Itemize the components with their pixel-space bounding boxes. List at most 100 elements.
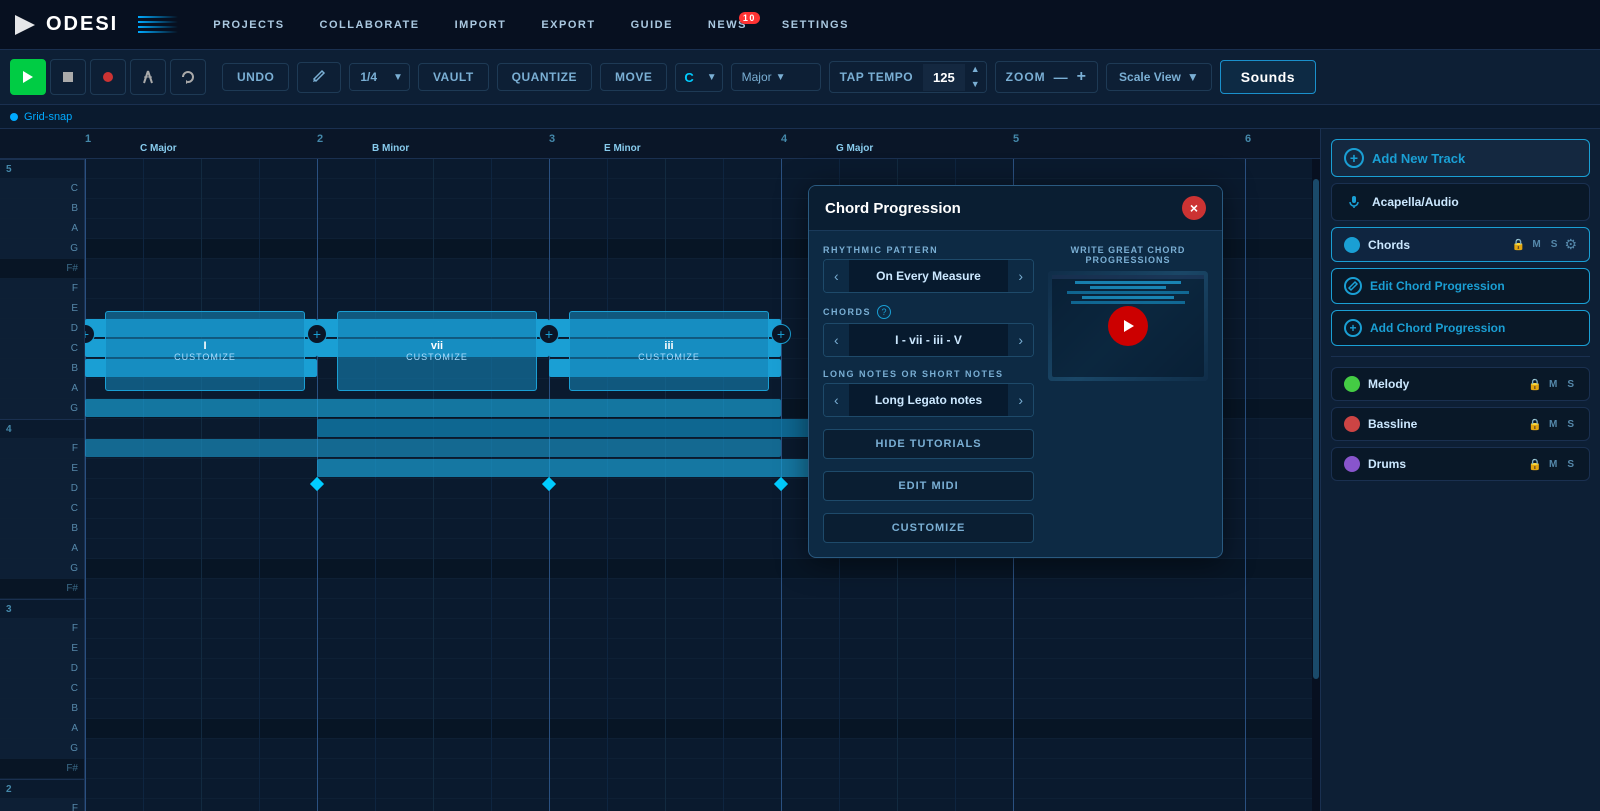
chord-block-vii[interactable]: vii CUSTOMIZE [337, 311, 537, 391]
key-b4[interactable]: B [0, 519, 84, 539]
bpm-down[interactable]: ▼ [965, 77, 986, 92]
stop-button[interactable] [50, 59, 86, 95]
bassline-lock-icon[interactable]: 🔒 [1528, 418, 1542, 431]
melody-m-button[interactable]: M [1546, 377, 1560, 392]
key-c5[interactable]: C [0, 179, 84, 199]
key-f5[interactable]: F [0, 279, 84, 299]
bpm-value[interactable]: 125 [923, 64, 965, 91]
scale-view-button[interactable]: Scale View ▼ [1106, 63, 1212, 91]
video-play-button[interactable] [1108, 306, 1148, 346]
hide-tutorials-button[interactable]: HIDE TUTORIALS [823, 429, 1034, 459]
modal-close-button[interactable]: × [1182, 196, 1206, 220]
chords-gear-icon[interactable]: ⚙ [1564, 236, 1577, 253]
key-e3[interactable]: E [0, 639, 84, 659]
time-sig-dropdown[interactable]: ▼ [387, 66, 409, 89]
key-e5[interactable]: E [0, 299, 84, 319]
chord-i-customize[interactable]: CUSTOMIZE [174, 352, 236, 362]
chords-prev-button[interactable]: ‹ [824, 324, 849, 356]
nav-collaborate[interactable]: COLLABORATE [305, 14, 435, 36]
key-d5[interactable]: D [0, 319, 84, 339]
record-button[interactable] [90, 59, 126, 95]
add-note-btn-3[interactable]: + [539, 324, 559, 344]
scrollbar-thumb[interactable] [1313, 179, 1319, 679]
move-button[interactable]: MOVE [600, 63, 667, 91]
play-button[interactable] [10, 59, 46, 95]
key-a5b[interactable]: A [0, 379, 84, 399]
chords-next-button[interactable]: › [1008, 324, 1033, 356]
key-e4[interactable]: E [0, 459, 84, 479]
key-b5b[interactable]: B [0, 359, 84, 379]
drums-lock-icon[interactable]: 🔒 [1528, 458, 1542, 471]
rhythmic-next-button[interactable]: › [1008, 260, 1033, 292]
chords-m-button[interactable]: M [1529, 237, 1543, 252]
chords-lock-icon[interactable]: 🔒 [1512, 238, 1526, 251]
bassline-m-button[interactable]: M [1546, 417, 1560, 432]
key-d4[interactable]: D [0, 479, 84, 499]
chord-block-i[interactable]: I CUSTOMIZE [105, 311, 305, 391]
long-note-3[interactable] [85, 439, 781, 457]
chord-block-iii[interactable]: iii CUSTOMIZE [569, 311, 769, 391]
nav-news[interactable]: NEWS10 [693, 14, 762, 36]
nav-guide[interactable]: GUIDE [616, 14, 688, 36]
track-melody[interactable]: Melody 🔒 M S [1331, 367, 1590, 401]
nav-projects[interactable]: PROJECTS [198, 14, 299, 36]
key-dropdown-arrow[interactable]: ▼ [702, 66, 722, 89]
track-chords[interactable]: Chords 🔒 M S ⚙ [1331, 227, 1590, 262]
grid-scrollbar[interactable] [1312, 159, 1320, 811]
key-b5[interactable]: B [0, 199, 84, 219]
tap-tempo-label[interactable]: TAP TEMPO [830, 64, 923, 90]
key-g5b[interactable]: G [0, 399, 84, 419]
pencil-button[interactable] [297, 62, 341, 93]
track-acapella[interactable]: Acapella/Audio [1331, 183, 1590, 221]
zoom-in-button[interactable]: + [1077, 68, 1087, 86]
add-new-track-button[interactable]: + Add New Track [1331, 139, 1590, 177]
key-g5[interactable]: G [0, 239, 84, 259]
bpm-up[interactable]: ▲ [965, 62, 986, 77]
key-selector[interactable]: C ▼ [675, 63, 722, 92]
key-fs3[interactable]: F# [0, 759, 84, 779]
key-a3[interactable]: A [0, 719, 84, 739]
key-f3[interactable]: F [0, 619, 84, 639]
key-c3[interactable]: C [0, 679, 84, 699]
key-f2[interactable]: F [0, 799, 84, 811]
bassline-s-button[interactable]: S [1564, 417, 1577, 432]
notes-next-button[interactable]: › [1008, 384, 1033, 416]
track-bassline[interactable]: Bassline 🔒 M S [1331, 407, 1590, 441]
sounds-button[interactable]: Sounds [1220, 60, 1316, 94]
long-note-1[interactable] [85, 399, 781, 417]
edit-midi-button[interactable]: EDIT MIDI [823, 471, 1034, 501]
scale-selector[interactable]: Major ▼ [731, 63, 821, 91]
add-chord-progression-button[interactable]: + Add Chord Progression [1331, 310, 1590, 346]
drums-m-button[interactable]: M [1546, 457, 1560, 472]
quantize-button[interactable]: QUANTIZE [497, 63, 592, 91]
key-f4[interactable]: F [0, 439, 84, 459]
edit-chord-progression-button[interactable]: Edit Chord Progression [1331, 268, 1590, 304]
drums-s-button[interactable]: S [1564, 457, 1577, 472]
key-a4[interactable]: A [0, 539, 84, 559]
chords-s-button[interactable]: S [1548, 237, 1561, 252]
key-c5b[interactable]: C [0, 339, 84, 359]
customize-button[interactable]: CUSTOMIZE [823, 513, 1034, 543]
add-note-btn-4[interactable]: + [771, 324, 791, 344]
chord-vii-customize[interactable]: CUSTOMIZE [406, 352, 468, 362]
key-a5[interactable]: A [0, 219, 84, 239]
vault-button[interactable]: VAULT [418, 63, 489, 91]
melody-s-button[interactable]: S [1564, 377, 1577, 392]
key-b3[interactable]: B [0, 699, 84, 719]
add-note-btn-2[interactable]: + [307, 324, 327, 344]
track-drums[interactable]: Drums 🔒 M S [1331, 447, 1590, 481]
notes-prev-button[interactable]: ‹ [824, 384, 849, 416]
chord-iii-customize[interactable]: CUSTOMIZE [638, 352, 700, 362]
undo-button[interactable]: UNDO [222, 63, 289, 91]
key-g4[interactable]: G [0, 559, 84, 579]
key-c4[interactable]: C [0, 499, 84, 519]
metronome-button[interactable] [130, 59, 166, 95]
key-fs5[interactable]: F# [0, 259, 84, 279]
rhythmic-prev-button[interactable]: ‹ [824, 260, 849, 292]
zoom-out-button[interactable]: — [1054, 69, 1069, 85]
key-d3[interactable]: D [0, 659, 84, 679]
melody-lock-icon[interactable]: 🔒 [1528, 378, 1542, 391]
loop-button[interactable] [170, 59, 206, 95]
key-g3[interactable]: G [0, 739, 84, 759]
nav-export[interactable]: EXPORT [526, 14, 610, 36]
